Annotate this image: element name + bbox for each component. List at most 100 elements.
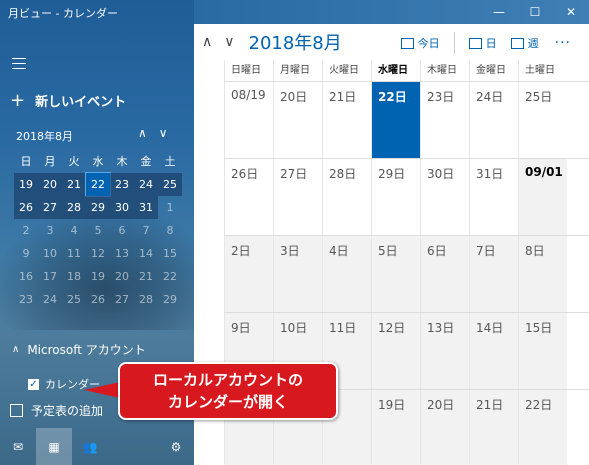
day-cell[interactable]: 15日 <box>518 313 567 389</box>
minimize-button[interactable]: — <box>481 0 517 24</box>
people-icon[interactable]: 👥 <box>72 428 108 465</box>
day-cell[interactable]: 24日 <box>469 82 518 158</box>
mini-day[interactable]: 29 <box>158 288 182 311</box>
mini-day[interactable]: 14 <box>134 242 158 265</box>
mini-day[interactable]: 1 <box>158 196 182 219</box>
mail-icon[interactable]: ✉ <box>0 428 36 465</box>
mini-day[interactable]: 28 <box>134 288 158 311</box>
today-button[interactable]: 今日 <box>397 33 444 53</box>
month-title[interactable]: 2018年8月 <box>249 29 342 55</box>
mini-weekday: 木 <box>116 155 128 168</box>
day-cell[interactable]: 08/19 <box>224 82 273 158</box>
mini-day[interactable]: 19 <box>86 265 110 288</box>
plus-icon: + <box>10 89 26 111</box>
mini-day[interactable]: 8 <box>158 219 182 242</box>
chevron-up-icon[interactable]: ∧ <box>202 34 212 50</box>
day-cell[interactable]: 13日 <box>420 313 469 389</box>
mini-day[interactable]: 21 <box>62 173 86 196</box>
mini-day[interactable]: 25 <box>62 288 86 311</box>
day-cell[interactable]: 5日 <box>371 236 420 312</box>
mini-day[interactable]: 20 <box>38 173 62 196</box>
day-cell[interactable]: 3日 <box>273 236 322 312</box>
account-group-toggle[interactable]: ∧ Microsoft アカウント <box>12 341 146 358</box>
today-label: 今日 <box>417 37 440 50</box>
mini-day[interactable]: 28 <box>62 196 86 219</box>
mini-day[interactable]: 18 <box>62 265 86 288</box>
mini-day[interactable]: 9 <box>14 242 38 265</box>
mini-day[interactable]: 26 <box>86 288 110 311</box>
mini-day[interactable]: 11 <box>62 242 86 265</box>
mini-day[interactable]: 2 <box>14 219 38 242</box>
mini-day[interactable]: 27 <box>38 196 62 219</box>
more-options-icon[interactable]: ··· <box>555 35 571 51</box>
day-cell[interactable]: 27日 <box>273 159 322 235</box>
toolbar-divider <box>453 32 455 54</box>
day-cell[interactable]: 23日 <box>420 82 469 158</box>
day-cell[interactable]: 19日 <box>371 390 420 465</box>
hamburger-menu-icon[interactable] <box>12 58 26 70</box>
day-cell[interactable]: 20日 <box>420 390 469 465</box>
chevron-down-icon[interactable]: ∨ <box>159 126 168 140</box>
close-button[interactable]: ✕ <box>553 0 589 24</box>
day-cell[interactable]: 21日 <box>469 390 518 465</box>
mini-day[interactable]: 15 <box>158 242 182 265</box>
mini-day[interactable]: 6 <box>110 219 134 242</box>
day-cell[interactable]: 29日 <box>371 159 420 235</box>
day-cell[interactable]: 31日 <box>469 159 518 235</box>
day-cell[interactable]: 21日 <box>322 82 371 158</box>
day-cell[interactable]: 14日 <box>469 313 518 389</box>
mini-day[interactable]: 22 <box>158 265 182 288</box>
add-calendar-button[interactable]: 予定表の追加 <box>10 402 103 419</box>
day-cell[interactable]: 2日 <box>224 236 273 312</box>
mini-day[interactable]: 7 <box>134 219 158 242</box>
mini-day[interactable]: 24 <box>38 288 62 311</box>
day-cell[interactable]: 26日 <box>224 159 273 235</box>
mini-day[interactable]: 31 <box>134 196 158 219</box>
mini-calendar-nav: ∧ ∨ <box>138 126 168 140</box>
calendar-icon[interactable]: ▦ <box>36 428 72 465</box>
title-bar: — ☐ ✕ <box>194 0 589 24</box>
day-cell[interactable]: 28日 <box>322 159 371 235</box>
day-cell[interactable]: 4日 <box>322 236 371 312</box>
mini-day[interactable]: 3 <box>38 219 62 242</box>
mini-calendar-month[interactable]: 2018年8月 <box>16 128 73 144</box>
mini-day[interactable]: 25 <box>158 173 182 196</box>
day-cell-next-month[interactable]: 09/01 <box>518 159 567 235</box>
new-event-button[interactable]: + 新しいイベント <box>10 91 126 110</box>
mini-day[interactable]: 23 <box>110 173 134 196</box>
day-cell-today[interactable]: 22日 <box>371 82 420 158</box>
mini-day[interactable]: 21 <box>134 265 158 288</box>
mini-day[interactable]: 29 <box>86 196 110 219</box>
settings-gear-icon[interactable]: ⚙ <box>158 428 194 465</box>
day-cell[interactable]: 6日 <box>420 236 469 312</box>
mini-day[interactable]: 23 <box>14 288 38 311</box>
day-cell[interactable]: 25日 <box>518 82 567 158</box>
day-cell[interactable]: 12日 <box>371 313 420 389</box>
day-view-button[interactable]: 日 <box>465 33 501 53</box>
mini-day[interactable]: 16 <box>14 265 38 288</box>
maximize-button[interactable]: ☐ <box>517 0 553 24</box>
mini-day[interactable]: 12 <box>86 242 110 265</box>
mini-day[interactable]: 17 <box>38 265 62 288</box>
mini-day[interactable]: 4 <box>62 219 86 242</box>
mini-day[interactable]: 24 <box>134 173 158 196</box>
mini-day[interactable]: 13 <box>110 242 134 265</box>
mini-day[interactable]: 26 <box>14 196 38 219</box>
mini-day[interactable]: 27 <box>110 288 134 311</box>
mini-week-row: 9 10 11 12 13 14 15 <box>14 242 182 265</box>
day-cell[interactable]: 30日 <box>420 159 469 235</box>
day-cell[interactable]: 8日 <box>518 236 567 312</box>
mini-day[interactable]: 5 <box>86 219 110 242</box>
mini-day[interactable]: 30 <box>110 196 134 219</box>
mini-day[interactable]: 20 <box>110 265 134 288</box>
mini-day[interactable]: 10 <box>38 242 62 265</box>
day-cell[interactable]: 7日 <box>469 236 518 312</box>
day-cell[interactable]: 22日 <box>518 390 567 465</box>
chevron-down-icon[interactable]: ∨ <box>224 34 234 50</box>
week-view-button[interactable]: 週 <box>507 33 543 53</box>
day-cell[interactable]: 20日 <box>273 82 322 158</box>
mini-day-today[interactable]: 22 <box>85 172 111 197</box>
mini-day[interactable]: 19 <box>14 173 38 196</box>
chevron-up-icon[interactable]: ∧ <box>138 126 147 140</box>
checkbox-checked-icon[interactable]: ✓ <box>28 378 39 390</box>
